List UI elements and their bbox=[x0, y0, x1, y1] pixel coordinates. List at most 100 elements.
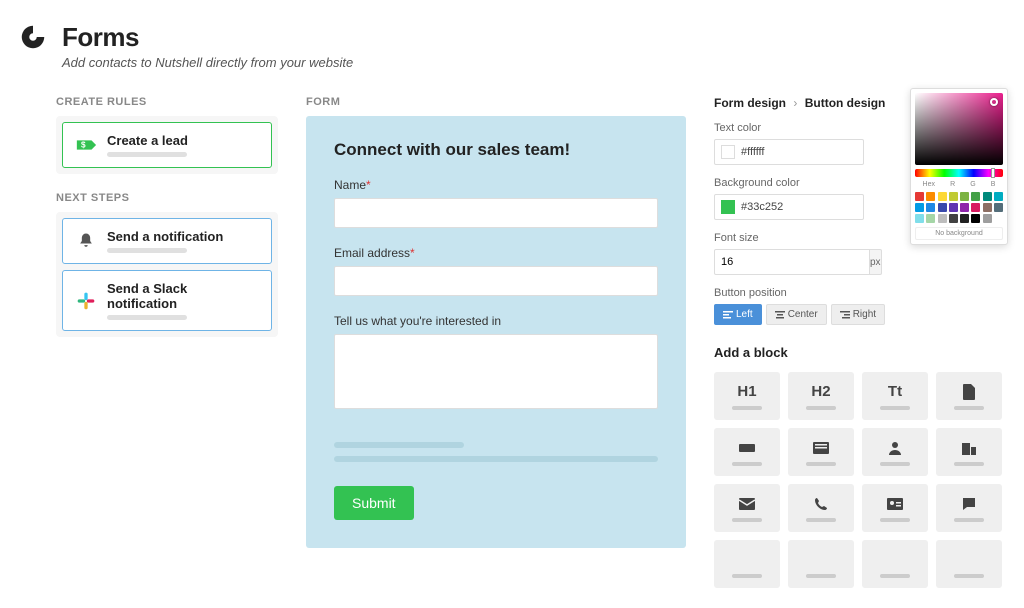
color-swatch[interactable] bbox=[915, 192, 924, 201]
hue-slider[interactable] bbox=[915, 169, 1003, 177]
skeleton-line bbox=[334, 456, 658, 462]
block-note[interactable] bbox=[936, 484, 1002, 532]
email-input[interactable] bbox=[334, 266, 658, 296]
hue-handle[interactable] bbox=[991, 168, 995, 178]
color-swatch[interactable] bbox=[994, 192, 1003, 201]
svg-text:$: $ bbox=[81, 141, 86, 150]
app-logo bbox=[18, 22, 48, 52]
color-swatch[interactable] bbox=[949, 214, 958, 223]
color-swatch[interactable] bbox=[938, 203, 947, 212]
email-label: Email address* bbox=[334, 246, 658, 260]
block-input[interactable] bbox=[714, 428, 780, 476]
color-swatch[interactable] bbox=[960, 192, 969, 201]
interest-label: Tell us what you're interested in bbox=[334, 314, 658, 328]
interest-textarea[interactable] bbox=[334, 334, 658, 409]
block-company[interactable] bbox=[936, 428, 1002, 476]
color-swatch[interactable] bbox=[971, 214, 980, 223]
text-color-input[interactable]: #ffffff bbox=[714, 139, 864, 165]
block-extra-3[interactable] bbox=[862, 540, 928, 588]
color-swatch[interactable] bbox=[983, 214, 992, 223]
skeleton-line bbox=[334, 442, 464, 448]
color-swatch[interactable] bbox=[971, 203, 980, 212]
block-contact-card[interactable] bbox=[862, 484, 928, 532]
form-title[interactable]: Connect with our sales team! bbox=[334, 140, 658, 160]
color-swatch[interactable] bbox=[938, 214, 947, 223]
breadcrumb-form-design[interactable]: Form design bbox=[714, 96, 786, 110]
block-extra-2[interactable] bbox=[788, 540, 854, 588]
color-swatch[interactable] bbox=[926, 192, 935, 201]
color-swatch[interactable] bbox=[960, 203, 969, 212]
align-left-button[interactable]: Left bbox=[714, 304, 762, 325]
block-email[interactable] bbox=[714, 484, 780, 532]
form-section-label: FORM bbox=[306, 96, 686, 108]
block-h1[interactable]: H1 bbox=[714, 372, 780, 420]
placeholder-bar bbox=[107, 152, 187, 157]
block-phone[interactable] bbox=[788, 484, 854, 532]
align-center-button[interactable]: Center bbox=[766, 304, 827, 325]
button-position-label: Button position bbox=[714, 287, 1002, 299]
id-card-icon bbox=[887, 495, 903, 513]
dollar-tag-icon: $ bbox=[75, 134, 97, 156]
phone-icon bbox=[814, 495, 828, 513]
align-right-icon bbox=[840, 311, 850, 319]
no-background-button[interactable]: No background bbox=[915, 227, 1003, 240]
font-size-unit: px bbox=[870, 249, 882, 275]
building-icon bbox=[961, 439, 977, 457]
gradient-cursor[interactable] bbox=[990, 98, 998, 106]
page-subtitle: Add contacts to Nutshell directly from y… bbox=[62, 55, 353, 70]
color-swatch[interactable] bbox=[949, 192, 958, 201]
textarea-icon bbox=[813, 439, 829, 457]
block-person[interactable] bbox=[862, 428, 928, 476]
send-slack-card[interactable]: Send a Slack notification bbox=[62, 270, 272, 331]
send-notification-card[interactable]: Send a notification bbox=[62, 218, 272, 264]
block-h2[interactable]: H2 bbox=[788, 372, 854, 420]
color-swatch[interactable] bbox=[915, 203, 924, 212]
block-file[interactable] bbox=[936, 372, 1002, 420]
envelope-icon bbox=[739, 495, 755, 513]
block-extra-1[interactable] bbox=[714, 540, 780, 588]
bg-color-input[interactable]: #33c252 bbox=[714, 194, 864, 220]
send-slack-title: Send a Slack notification bbox=[107, 281, 259, 311]
font-size-input[interactable] bbox=[714, 249, 870, 275]
block-textarea[interactable] bbox=[788, 428, 854, 476]
next-steps-label: NEXT STEPS bbox=[56, 192, 278, 204]
align-right-button[interactable]: Right bbox=[831, 304, 885, 325]
color-swatch[interactable] bbox=[994, 203, 1003, 212]
color-swatch[interactable] bbox=[926, 203, 935, 212]
color-picker-popover: HexRGB No background bbox=[910, 88, 1008, 245]
send-notification-title: Send a notification bbox=[107, 229, 259, 244]
color-swatch[interactable] bbox=[926, 214, 935, 223]
bg-color-value: #33c252 bbox=[741, 201, 783, 213]
person-icon bbox=[888, 439, 902, 457]
slack-icon bbox=[75, 290, 97, 312]
create-rules-label: CREATE RULES bbox=[56, 96, 278, 108]
file-icon bbox=[962, 383, 976, 401]
input-icon bbox=[739, 439, 755, 457]
create-lead-title: Create a lead bbox=[107, 133, 259, 148]
block-text[interactable]: Tt bbox=[862, 372, 928, 420]
color-swatch[interactable] bbox=[983, 192, 992, 201]
color-swatch[interactable] bbox=[994, 214, 1003, 223]
block-extra-4[interactable] bbox=[936, 540, 1002, 588]
submit-button[interactable]: Submit bbox=[334, 486, 414, 520]
text-color-swatch bbox=[721, 145, 735, 159]
color-swatch[interactable] bbox=[915, 214, 924, 223]
text-color-value: #ffffff bbox=[741, 146, 764, 158]
name-input[interactable] bbox=[334, 198, 658, 228]
chat-icon bbox=[962, 495, 976, 513]
color-swatches bbox=[915, 192, 1003, 223]
color-swatch[interactable] bbox=[938, 192, 947, 201]
color-swatch[interactable] bbox=[983, 203, 992, 212]
color-swatch[interactable] bbox=[949, 203, 958, 212]
color-gradient[interactable] bbox=[915, 93, 1003, 165]
placeholder-bar bbox=[107, 248, 187, 253]
create-lead-card[interactable]: $ Create a lead bbox=[62, 122, 272, 168]
form-canvas: Connect with our sales team! Name* Email… bbox=[306, 116, 686, 548]
placeholder-bar bbox=[107, 315, 187, 320]
color-swatch[interactable] bbox=[971, 192, 980, 201]
name-label: Name* bbox=[334, 178, 658, 192]
add-block-label: Add a block bbox=[714, 345, 1002, 360]
color-swatch[interactable] bbox=[960, 214, 969, 223]
page-title: Forms bbox=[62, 22, 353, 53]
breadcrumb-button-design[interactable]: Button design bbox=[805, 96, 886, 110]
